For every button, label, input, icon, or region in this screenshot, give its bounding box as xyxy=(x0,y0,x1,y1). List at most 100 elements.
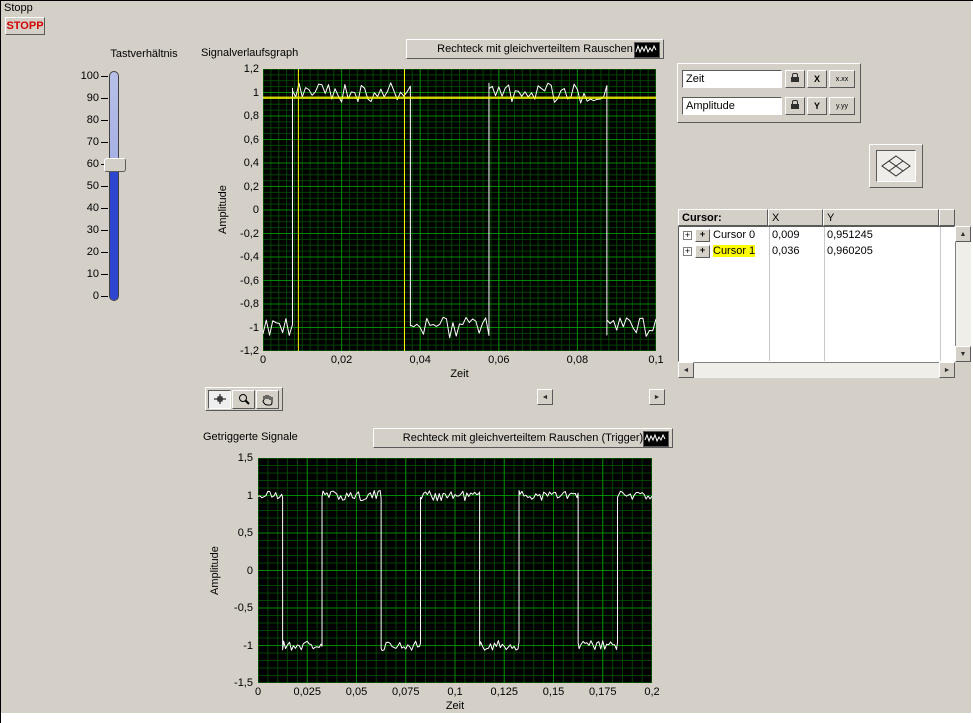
lock-icon xyxy=(791,99,799,109)
x-tick-label: 0,125 xyxy=(490,686,519,698)
y-tick-label: -0,4 xyxy=(240,251,259,263)
y-tick-label: 1,5 xyxy=(237,452,253,464)
graph2-plot-legend[interactable]: Rechteck mit gleichverteiltem Rauschen (… xyxy=(373,428,673,448)
waveform-legend-icon[interactable] xyxy=(634,42,660,58)
slider-scale-label: 100 xyxy=(80,70,99,82)
graph2-y-tick-labels: 1,5 1 0,5 0 -0,5 -1 -1,5 xyxy=(221,452,253,689)
y-tick-label: 0,4 xyxy=(243,157,259,169)
y-tick-label: 0,5 xyxy=(237,527,253,539)
y-tick-label: 0,6 xyxy=(243,133,259,146)
slider-scale-label: 80 xyxy=(86,114,99,126)
y-scale-format-button[interactable]: y.yy xyxy=(829,97,855,115)
cursor-legend-panel: Cursor: X Y + + Cursor 0 0,009 0,951245 + + Cur… xyxy=(678,209,971,379)
x-tick-label: 0,05 xyxy=(345,686,368,698)
pan-hand-tool-button[interactable] xyxy=(256,389,279,409)
graph1-scroll-right-button[interactable]: ► xyxy=(649,389,665,405)
graph1-scroll-left-button[interactable]: ◄ xyxy=(537,389,553,405)
cursor-column-header[interactable]: Cursor: xyxy=(678,209,768,226)
cursor-list-scroll-up-button[interactable]: ▲ xyxy=(955,226,971,242)
y-tick-label: 1 xyxy=(246,489,253,502)
slider-scale-label: 10 xyxy=(86,268,99,280)
cursor-x-value: 0,009 xyxy=(772,229,800,241)
graph1-palette xyxy=(205,387,283,411)
labview-front-panel-window: Stopp STOPP Tastverhältnis 100 90 80 70 60 50… xyxy=(0,0,973,723)
y-tick-label: 0,2 xyxy=(243,180,259,193)
x-scale-format-button[interactable]: x.xx xyxy=(829,70,855,88)
cursor-name[interactable]: Cursor 1 xyxy=(713,245,756,257)
slider-tick xyxy=(101,252,108,253)
expander-icon[interactable]: + xyxy=(683,230,692,240)
graph2-plot-area[interactable] xyxy=(258,458,652,683)
graph2-y-axis-label: Amplitude xyxy=(209,546,221,595)
y-tick-label: -0,8 xyxy=(240,298,259,310)
graph1-plot-legend[interactable]: Rechteck mit gleichverteiltem Rauschen xyxy=(406,39,664,59)
y-tick-label: 1,2 xyxy=(243,63,259,75)
cursor-mover-button[interactable] xyxy=(869,144,923,188)
x-tick-label: 0,2 xyxy=(644,686,660,698)
stop-button[interactable]: STOPP xyxy=(5,17,45,35)
graph1-x-axis-label: Zeit xyxy=(450,368,469,380)
cursor-row[interactable]: + + Cursor 0 0,009 0,951245 xyxy=(679,227,954,243)
cursor-style-icon[interactable]: + xyxy=(695,244,710,258)
y-tick-label: -0,5 xyxy=(234,602,253,614)
slider-scale-label: 90 xyxy=(86,92,99,104)
slider-tick-marks xyxy=(101,69,109,303)
cursor-list[interactable]: + + Cursor 0 0,009 0,951245 + + Cursor 1 0,036 0,… xyxy=(678,226,955,362)
cursor-move-tool-button[interactable] xyxy=(208,389,231,409)
slider-track[interactable] xyxy=(109,71,119,301)
x-scale-name-input[interactable] xyxy=(682,70,782,88)
graph1-plot-area[interactable] xyxy=(263,69,656,351)
cursor-blank-column-header xyxy=(939,209,955,226)
zoom-tool-button[interactable] xyxy=(232,389,255,409)
cursor-y-value: 0,951245 xyxy=(827,229,873,241)
x-tick-label: 0 xyxy=(254,686,262,698)
x-tick-label: 0 xyxy=(259,354,267,366)
y-tick-label: -1 xyxy=(243,639,253,652)
stop-label: Stopp xyxy=(4,2,33,14)
cursor-row[interactable]: + + Cursor 1 0,036 0,960205 xyxy=(679,243,954,259)
waveform-legend-icon[interactable] xyxy=(643,431,669,447)
slider-fill xyxy=(110,165,118,300)
cursor-name[interactable]: Cursor 0 xyxy=(713,229,755,241)
graph1-y-tick-labels: 1,2 1 0,8 0,6 0,4 0,2 0 -0,2 -0,4 -0,6 -0,8 -1 -1,2 xyxy=(229,63,259,357)
scale-legend: X x.xx Y y.yy xyxy=(677,63,861,123)
cursor-style-icon[interactable]: + xyxy=(695,228,710,242)
y-scale-name-input[interactable] xyxy=(682,97,782,115)
x-scale-lock-button[interactable] xyxy=(785,70,805,88)
y-autoscale-button[interactable]: Y xyxy=(807,97,827,115)
cursor-list-scroll-down-button[interactable]: ▼ xyxy=(955,346,971,362)
cursor-list-vertical-scrollbar[interactable] xyxy=(955,242,971,346)
cursor-list-scroll-left-button[interactable]: ◄ xyxy=(678,362,694,378)
slider-scale-label: 70 xyxy=(86,136,99,148)
x-tick-label: 0,06 xyxy=(488,354,510,366)
cursor-x-value: 0,036 xyxy=(772,245,800,257)
graph1-x-tick-labels: 0 0,02 0,04 0,06 0,08 0,1 xyxy=(260,354,664,366)
slider-tick xyxy=(101,208,108,209)
y-tick-label: -0,2 xyxy=(240,227,259,240)
x-autoscale-button[interactable]: X xyxy=(807,70,827,88)
x-tick-label: 0,04 xyxy=(409,354,431,366)
y-tick-label: 0 xyxy=(246,564,253,577)
graph1-title: Rechteck mit gleichverteiltem Rauschen xyxy=(437,43,633,55)
scrollbar-corner xyxy=(955,362,971,378)
cursor-y-value: 0,960205 xyxy=(827,245,873,257)
cursor-list-scroll-right-button[interactable]: ► xyxy=(939,362,955,378)
cursor-y-column-header[interactable]: Y xyxy=(823,209,939,226)
x-tick-label: 0,08 xyxy=(566,354,589,366)
cursor-x-column-header[interactable]: X xyxy=(768,209,823,226)
expander-icon[interactable]: + xyxy=(683,246,692,256)
graph2-x-tick-labels: 0 0,025 0,05 0,075 0,1 0,125 0,15 0,175 0,2 xyxy=(255,686,660,698)
slider-scale-label: 30 xyxy=(86,224,99,236)
slider-scale-label: 60 xyxy=(86,158,99,170)
cursor-mover-diamond-icon xyxy=(876,150,916,182)
slider-label: Tastverhältnis xyxy=(110,48,178,60)
slider-scale: 100 90 80 70 60 50 40 30 20 10 0 xyxy=(57,69,99,303)
y-scale-lock-button[interactable] xyxy=(785,97,805,115)
slider-tick xyxy=(101,142,108,143)
slider-handle[interactable] xyxy=(104,158,126,172)
x-tick-label: 0,02 xyxy=(330,354,353,366)
x-tick-label: 0,15 xyxy=(542,686,565,698)
cursor-list-horizontal-scrollbar[interactable] xyxy=(694,362,939,378)
y-tick-label: -1 xyxy=(249,321,259,334)
slider-tick xyxy=(101,296,108,297)
